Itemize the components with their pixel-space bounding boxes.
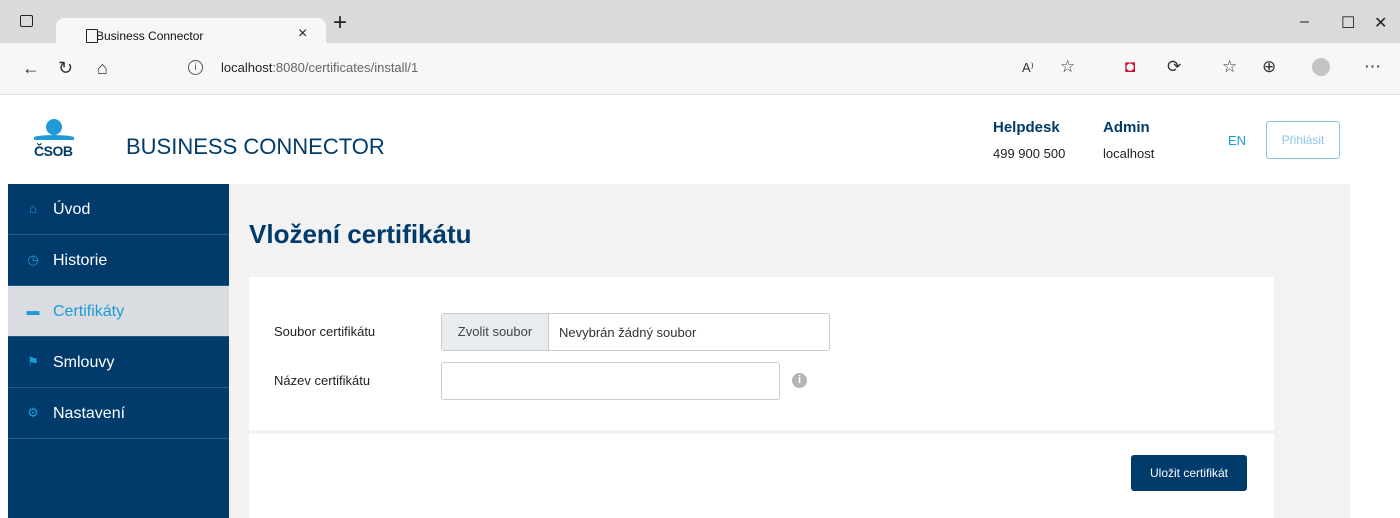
app-header: ČSOB BUSINESS CONNECTOR Helpdesk 499 900…: [0, 95, 1400, 184]
actions-card: Uložit certifikát: [249, 434, 1274, 518]
info-icon[interactable]: i: [792, 373, 807, 388]
new-tab-icon[interactable]: +: [333, 11, 347, 35]
sidebar: ⌂ Úvod ◷ Historie ▬ Certifikáty ⚑ Smlouv…: [8, 184, 229, 518]
sidebar-item-uvod[interactable]: ⌂ Úvod: [8, 184, 229, 235]
choose-file-button[interactable]: Zvolit soubor: [442, 314, 549, 350]
back-icon[interactable]: ←: [22, 58, 40, 78]
address-bar[interactable]: localhost:8080/certificates/install/1: [221, 60, 418, 75]
site-info-icon[interactable]: i: [188, 60, 203, 75]
certificate-name-input[interactable]: [441, 362, 780, 400]
app-title: BUSINESS CONNECTOR: [126, 134, 385, 159]
sidebar-item-label: Nastavení: [53, 405, 126, 422]
csob-logo[interactable]: ČSOB: [34, 119, 74, 165]
file-label: Soubor certifikátu: [274, 324, 376, 339]
gear-icon: ⚙: [27, 405, 39, 420]
admin-label: Admin: [1103, 119, 1150, 136]
minimize-icon[interactable]: –: [1300, 13, 1309, 31]
sidebar-item-smlouvy[interactable]: ⚑ Smlouvy: [8, 337, 229, 388]
logo-text: ČSOB: [34, 143, 73, 159]
sidebar-item-nastaveni[interactable]: ⚙ Nastavení: [8, 388, 229, 439]
close-tab-icon[interactable]: ×: [298, 25, 307, 43]
sidebar-item-certifikaty[interactable]: ▬ Certifikáty: [8, 286, 229, 337]
home-icon: ⌂: [29, 201, 37, 216]
tab-actions-icon[interactable]: [20, 15, 33, 27]
helpdesk-label: Helpdesk: [993, 119, 1060, 136]
maximize-icon[interactable]: ☐: [1341, 13, 1355, 33]
mcafee-icon[interactable]: ◘: [1125, 57, 1135, 77]
main-content: Vložení certifikátu Soubor certifikátu Z…: [229, 184, 1350, 518]
sidebar-item-historie[interactable]: ◷ Historie: [8, 235, 229, 286]
helpdesk-phone: 499 900 500: [993, 146, 1066, 161]
sidebar-item-label: Úvod: [53, 201, 91, 218]
refresh-icon[interactable]: ↻: [58, 58, 73, 78]
certificate-form-card: Soubor certifikátu Zvolit soubor Nevybrá…: [249, 277, 1274, 430]
admin-host: localhost: [1103, 146, 1155, 161]
add-favorite-icon[interactable]: ☆: [1060, 57, 1075, 77]
file-input[interactable]: Zvolit soubor Nevybrán žádný soubor: [441, 313, 830, 351]
more-icon[interactable]: ⋯: [1364, 57, 1381, 77]
sidebar-item-label: Certifikáty: [53, 303, 125, 320]
flag-icon: ⚑: [27, 354, 39, 369]
name-label: Název certifikátu: [274, 373, 371, 388]
clock-icon: ◷: [27, 252, 39, 267]
login-button[interactable]: Přihlásit: [1266, 121, 1340, 159]
sidebar-item-label: Smlouvy: [53, 354, 115, 371]
sidebar-item-label: Historie: [53, 252, 108, 269]
card-icon: ▬: [26, 303, 40, 318]
file-status-text: Nevybrán žádný soubor: [559, 325, 697, 340]
collections-icon[interactable]: ⊕: [1262, 57, 1276, 77]
extensions-icon[interactable]: ⟳: [1167, 57, 1181, 77]
profile-icon[interactable]: [1312, 58, 1330, 76]
logo-bar-shape: [34, 135, 74, 140]
close-window-icon[interactable]: ✕: [1374, 13, 1387, 33]
save-certificate-button[interactable]: Uložit certifikát: [1131, 455, 1247, 491]
page-title: Vložení certifikátu: [249, 219, 472, 249]
language-switch[interactable]: EN: [1228, 133, 1246, 148]
browser-tab-bar: Business Connector × + – ☐ ✕: [0, 0, 1400, 50]
logo-head-shape: [46, 119, 62, 135]
read-aloud-icon[interactable]: A⁾: [1022, 60, 1034, 76]
home-icon[interactable]: ⌂: [97, 58, 108, 78]
tab-title: Business Connector: [96, 29, 204, 43]
browser-toolbar: ← ↻ ⌂ i localhost:8080/certificates/inst…: [0, 43, 1400, 95]
favorites-icon[interactable]: ☆: [1222, 57, 1237, 77]
